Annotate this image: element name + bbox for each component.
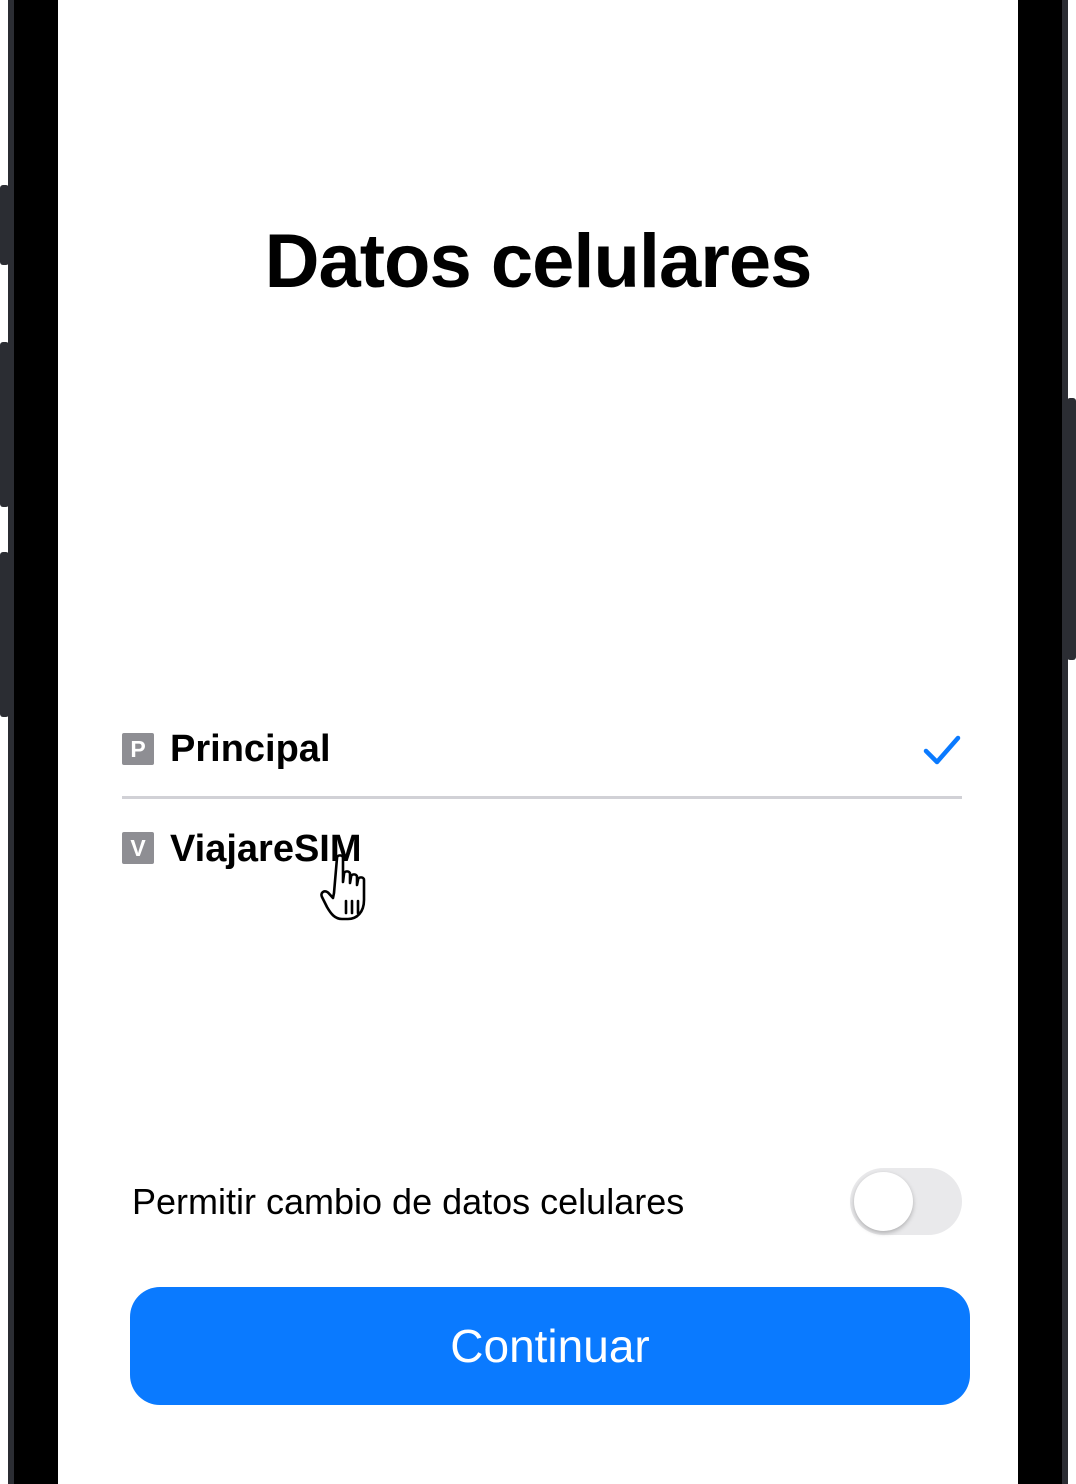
checkmark-icon xyxy=(923,735,961,765)
page-title: Datos celulares xyxy=(264,219,813,304)
sim-badge-v: V xyxy=(122,832,154,864)
data-switching-toggle[interactable] xyxy=(850,1168,962,1235)
sim-line-label: ViajareSIM xyxy=(170,828,362,870)
data-switching-label: Permitir cambio de datos celulares xyxy=(132,1181,685,1222)
sim-line-label: Principal xyxy=(170,728,331,770)
toggle-knob xyxy=(854,1172,913,1231)
sim-line-viajaresim[interactable]: V ViajareSIM xyxy=(122,818,962,878)
continue-button[interactable]: Continuar xyxy=(130,1287,970,1405)
volume-up-button xyxy=(0,342,9,507)
sim-line-principal[interactable]: P Principal xyxy=(122,720,962,780)
sim-badge-p: P xyxy=(122,733,154,765)
app-canvas: Datos celulares P Principal V ViajareSIM… xyxy=(0,0,1076,1484)
sim-list-divider xyxy=(122,796,962,799)
side-button xyxy=(1067,398,1076,660)
volume-down-button xyxy=(0,552,9,717)
